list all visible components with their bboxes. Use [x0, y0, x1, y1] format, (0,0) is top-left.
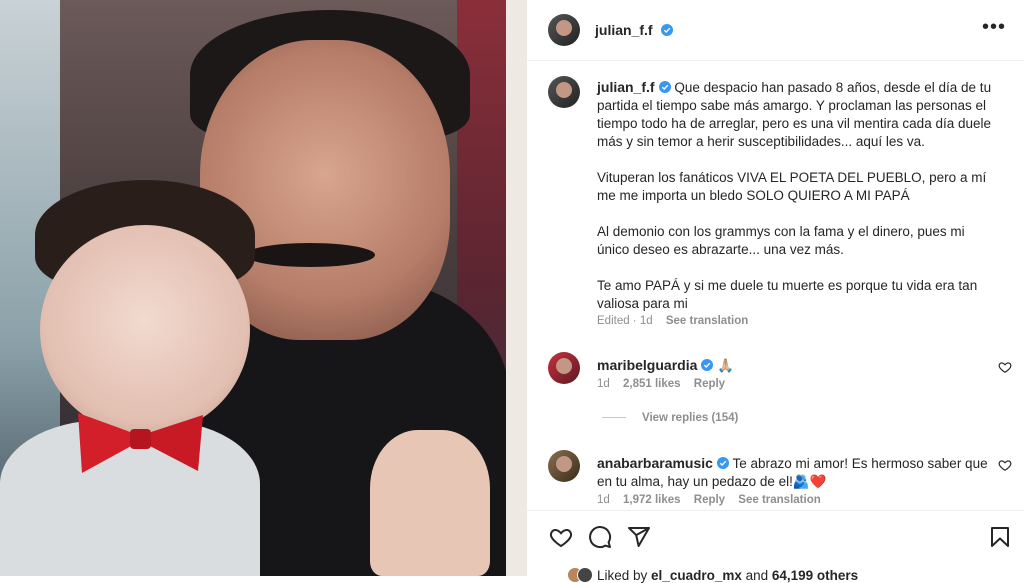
- comment-meta: 1d 2,851 likes Reply: [597, 378, 735, 390]
- caption-paragraph: Que despacio han pasado 8 años, desde el…: [597, 80, 992, 149]
- post-action-bar: Liked by el_cuadro_mx and 64,199 others: [527, 510, 1024, 583]
- view-replies-button[interactable]: View replies (154): [602, 412, 738, 424]
- comment-time: 1d: [597, 494, 610, 506]
- verified-badge-icon: [716, 457, 729, 469]
- post-photo[interactable]: [0, 0, 527, 576]
- reply-button[interactable]: Reply: [694, 378, 725, 390]
- share-icon[interactable]: [627, 525, 651, 549]
- author-username-link[interactable]: julian_f.f: [595, 22, 653, 38]
- photo-hand: [370, 430, 490, 576]
- photo-print-border: [506, 0, 527, 576]
- author-avatar[interactable]: [548, 14, 580, 46]
- comment-likes[interactable]: 1,972 likes: [623, 494, 681, 506]
- header-author: julian_f.f: [595, 22, 674, 40]
- caption-meta: Edited · 1d See translation: [597, 315, 748, 327]
- liked-by-avatars: [567, 567, 593, 583]
- see-translation-link[interactable]: See translation: [666, 315, 748, 327]
- more-options-icon[interactable]: •••: [982, 16, 1006, 39]
- reply-button[interactable]: Reply: [694, 494, 725, 506]
- comment-icon[interactable]: [588, 525, 612, 549]
- post-side-panel: julian_f.f ••• julian_f.f Que despacio h…: [527, 0, 1024, 583]
- comment-body: 🙏🏼: [717, 358, 734, 373]
- caption-author-username[interactable]: julian_f.f: [597, 79, 655, 95]
- comment-meta: 1d 1,972 likes Reply See translation: [597, 494, 831, 506]
- caption-paragraph: Al demonio con los grammys con la fama y…: [597, 224, 965, 257]
- commenter-username[interactable]: maribelguardia: [597, 357, 697, 373]
- comment-likes[interactable]: 2,851 likes: [623, 378, 681, 390]
- caption-text: julian_f.f Que despacio han pasado 8 año…: [597, 78, 997, 331]
- caption-paragraph: Te amo PAPÁ y si me duele tu muerte es p…: [597, 278, 978, 311]
- caption-author-avatar[interactable]: [548, 76, 580, 108]
- photo-mustache: [245, 243, 375, 267]
- verified-badge-icon: [701, 359, 714, 371]
- comment-like-heart-icon[interactable]: [998, 458, 1012, 472]
- comment-text: maribelguardia 🙏🏼: [597, 356, 997, 375]
- see-translation-link[interactable]: See translation: [738, 494, 820, 506]
- caption-edited-time: Edited · 1d: [597, 315, 653, 327]
- commenter-username[interactable]: anabarbaramusic: [597, 455, 713, 471]
- comment-text: anabarbaramusic Te abrazo mi amor! Es he…: [597, 454, 997, 491]
- verified-badge-icon: [661, 24, 674, 36]
- photo-child-face: [40, 225, 250, 435]
- caption-paragraph: Vituperan los fanáticos VIVA EL POETA DE…: [597, 170, 987, 203]
- comment-like-heart-icon[interactable]: [998, 360, 1012, 374]
- post-header: julian_f.f •••: [527, 0, 1024, 61]
- bookmark-icon[interactable]: [988, 525, 1012, 549]
- commenter-avatar[interactable]: [548, 450, 580, 482]
- comment-time: 1d: [597, 378, 610, 390]
- photo-red-bowtie: [78, 413, 203, 473]
- commenter-avatar[interactable]: [548, 352, 580, 384]
- verified-badge-icon: [658, 81, 671, 93]
- heart-icon[interactable]: [549, 525, 573, 549]
